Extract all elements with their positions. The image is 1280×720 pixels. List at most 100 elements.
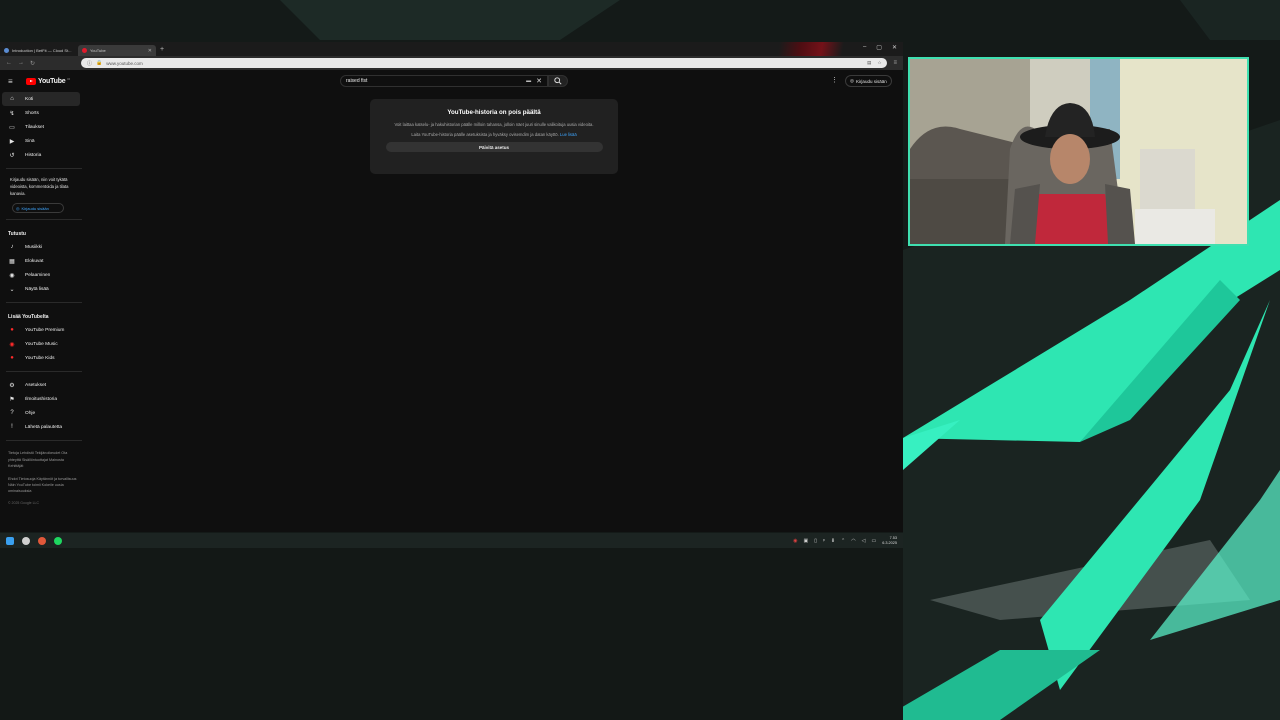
battery-icon[interactable]: ▭: [871, 538, 876, 544]
sidebar-item-label: Musiikki: [25, 244, 43, 250]
divider: [6, 440, 82, 442]
account-icon: ◎: [850, 78, 854, 83]
sidebar-item-kids[interactable]: ● YouTube Kids: [0, 351, 86, 365]
youtube-logo-icon: [26, 77, 36, 85]
more-options-icon[interactable]: ⋮: [831, 76, 838, 84]
you-icon: ▶: [9, 138, 15, 145]
music-icon: ♪: [10, 244, 14, 251]
gaming-icon: ◉: [9, 272, 15, 279]
close-window-icon[interactable]: ✕: [892, 44, 897, 51]
browser-app-icon[interactable]: [38, 536, 46, 545]
sidebar-item-feedback[interactable]: ! Lähetä palautetta: [0, 420, 86, 434]
sidebar-item-you[interactable]: ▶ Sinä: [0, 134, 86, 148]
new-tab-icon[interactable]: +: [160, 46, 164, 53]
youtube-header: ≡ YouTube FI raised fist ▬ ✕ ⋮ ◎ Kirjaud…: [0, 70, 903, 92]
home-icon: ⌂: [10, 96, 14, 102]
chrome-icon[interactable]: [22, 536, 30, 545]
clock[interactable]: 7.53 6.3.2025: [882, 536, 897, 545]
tab-bar-decoration: [723, 42, 863, 56]
tab-title: YouTube: [90, 48, 106, 53]
sidebar-item-label: Ohje: [25, 410, 36, 416]
sidebar-item-help[interactable]: ? Ohje: [0, 406, 86, 420]
back-icon[interactable]: ←: [6, 60, 12, 66]
sidebar-item-label: Shorts: [25, 110, 39, 116]
reload-icon[interactable]: ↻: [30, 60, 35, 67]
account-icon: ◎: [16, 205, 20, 211]
explore-heading: Tutustu: [8, 231, 26, 238]
tray-app-icon[interactable]: ▣: [803, 538, 808, 544]
search-input[interactable]: raised fist ▬ ✕: [340, 75, 548, 87]
sidebar-item-gaming[interactable]: ◉ Pelaaminen: [0, 268, 86, 282]
sidebar-item-history[interactable]: ↺ Historia: [0, 148, 86, 162]
flag-icon: ⚑: [9, 396, 15, 403]
youtube-music-icon: ◉: [9, 341, 15, 348]
divider: [6, 302, 82, 304]
tab-bar: Introduction | BetFit — Cloud St... YouT…: [0, 42, 903, 56]
sidebar-item-shorts[interactable]: ↯ Shorts: [0, 106, 86, 120]
sidebar-item-music[interactable]: ♪ Musiikki: [0, 240, 86, 254]
wifi-icon[interactable]: ◠: [851, 538, 855, 544]
footer-links-primary[interactable]: Tietoja Lehdistö Tekijänoikeudet Ota yht…: [0, 447, 86, 472]
shorts-icon: ↯: [9, 110, 15, 117]
sidebar-item-music-app[interactable]: ◉ YouTube Music: [0, 337, 86, 351]
bookmark-star-icon[interactable]: ☆: [877, 60, 881, 66]
shield-icon[interactable]: ⬇: [831, 538, 835, 544]
history-icon: ↺: [9, 152, 15, 159]
sidebar-item-report-history[interactable]: ⚑ Ilmoitushistoria: [0, 392, 86, 406]
reader-icon[interactable]: ▤: [867, 60, 871, 66]
spotify-icon[interactable]: [54, 536, 62, 545]
chevron-up-icon[interactable]: ⌃: [841, 538, 845, 544]
sidebar-item-subscriptions[interactable]: ▭ Tilaukset: [0, 120, 86, 134]
address-bar-row: ← → ↻ ⓘ 🔒 www.youtube.com ▤ ☆ ≡: [0, 56, 903, 70]
footer-links-secondary[interactable]: Ehdot Tietosuoja Käytännöt ja turvallisu…: [0, 473, 86, 498]
sidebar-item-premium[interactable]: ● YouTube Premium: [0, 323, 86, 337]
lock-icon: 🔒: [96, 60, 103, 66]
forward-icon[interactable]: →: [18, 60, 24, 66]
volume-icon[interactable]: ◁: [862, 538, 866, 544]
history-card-title: YouTube-historia on pois päältä: [447, 109, 541, 116]
keyboard-icon[interactable]: ▬: [526, 78, 531, 84]
close-tab-icon[interactable]: ✕: [148, 48, 152, 54]
logo-text: YouTube: [38, 77, 66, 85]
learn-more-link[interactable]: Lue lisää: [560, 132, 577, 137]
sidebar-item-movies[interactable]: ▦ Elokuvat: [0, 254, 86, 268]
maximize-icon[interactable]: ▢: [876, 44, 882, 51]
search-value: raised fist: [346, 78, 368, 84]
search-button[interactable]: [548, 75, 568, 87]
tab-youtube[interactable]: YouTube ✕: [78, 45, 156, 56]
windows-start-icon[interactable]: [6, 536, 14, 545]
sidebar-item-label: Tilaukset: [25, 124, 45, 130]
tab-title: Introduction | BetFit — Cloud St...: [12, 48, 72, 53]
sidebar-item-label: Historia: [25, 152, 42, 158]
clock-date: 6.3.2025: [882, 540, 897, 545]
youtube-favicon-icon: [82, 48, 87, 53]
sidebar-item-label: Pelaaminen: [25, 272, 51, 278]
clear-search-icon[interactable]: ✕: [536, 77, 542, 85]
browser-menu-icon[interactable]: ≡: [893, 60, 897, 66]
tray-app-icon[interactable]: ▯: [814, 538, 817, 544]
sidebar-item-label: YouTube Music: [25, 341, 58, 347]
divider: [6, 219, 82, 221]
sidebar-item-home[interactable]: ⌂ Koti: [2, 92, 80, 106]
tray-app-icon[interactable]: ◉: [793, 538, 797, 544]
webcam-overlay: [908, 57, 1249, 246]
history-card-body2-text: Laita YouTube-historia päälle asetuksist…: [411, 132, 559, 137]
sidebar-signin-button[interactable]: ◎ Kirjaudu sisään: [12, 203, 64, 214]
sidebar-item-settings[interactable]: ⚙ Asetukset: [0, 378, 86, 392]
update-setting-button[interactable]: Päivitä asetus: [385, 142, 603, 152]
sidebar: ⌂ Koti ↯ Shorts ▭ Tilaukset ▶ Sinä ↺ His…: [0, 92, 86, 508]
sidebar-item-label: Elokuvat: [25, 258, 44, 264]
url-field[interactable]: ⓘ 🔒 www.youtube.com ▤ ☆: [81, 58, 888, 68]
youtube-logo[interactable]: YouTube FI: [26, 77, 70, 85]
sidebar-item-label: Lähetä palautetta: [25, 424, 63, 430]
tray-app-icon[interactable]: ᵖ: [823, 538, 825, 544]
signin-button[interactable]: ◎ Kirjaudu sisään: [845, 75, 892, 87]
history-off-card: YouTube-historia on pois päältä Voit lai…: [370, 99, 618, 174]
tab-betfit[interactable]: Introduction | BetFit — Cloud St...: [0, 45, 78, 56]
sidebar-item-show-more[interactable]: ⌄ Näytä lisää: [0, 282, 86, 296]
minimize-icon[interactable]: –: [863, 44, 866, 51]
search-icon: [554, 77, 562, 85]
guide-menu-icon[interactable]: ≡: [8, 77, 22, 86]
help-icon: ?: [10, 410, 14, 417]
site-info-icon[interactable]: ⓘ: [87, 60, 92, 67]
